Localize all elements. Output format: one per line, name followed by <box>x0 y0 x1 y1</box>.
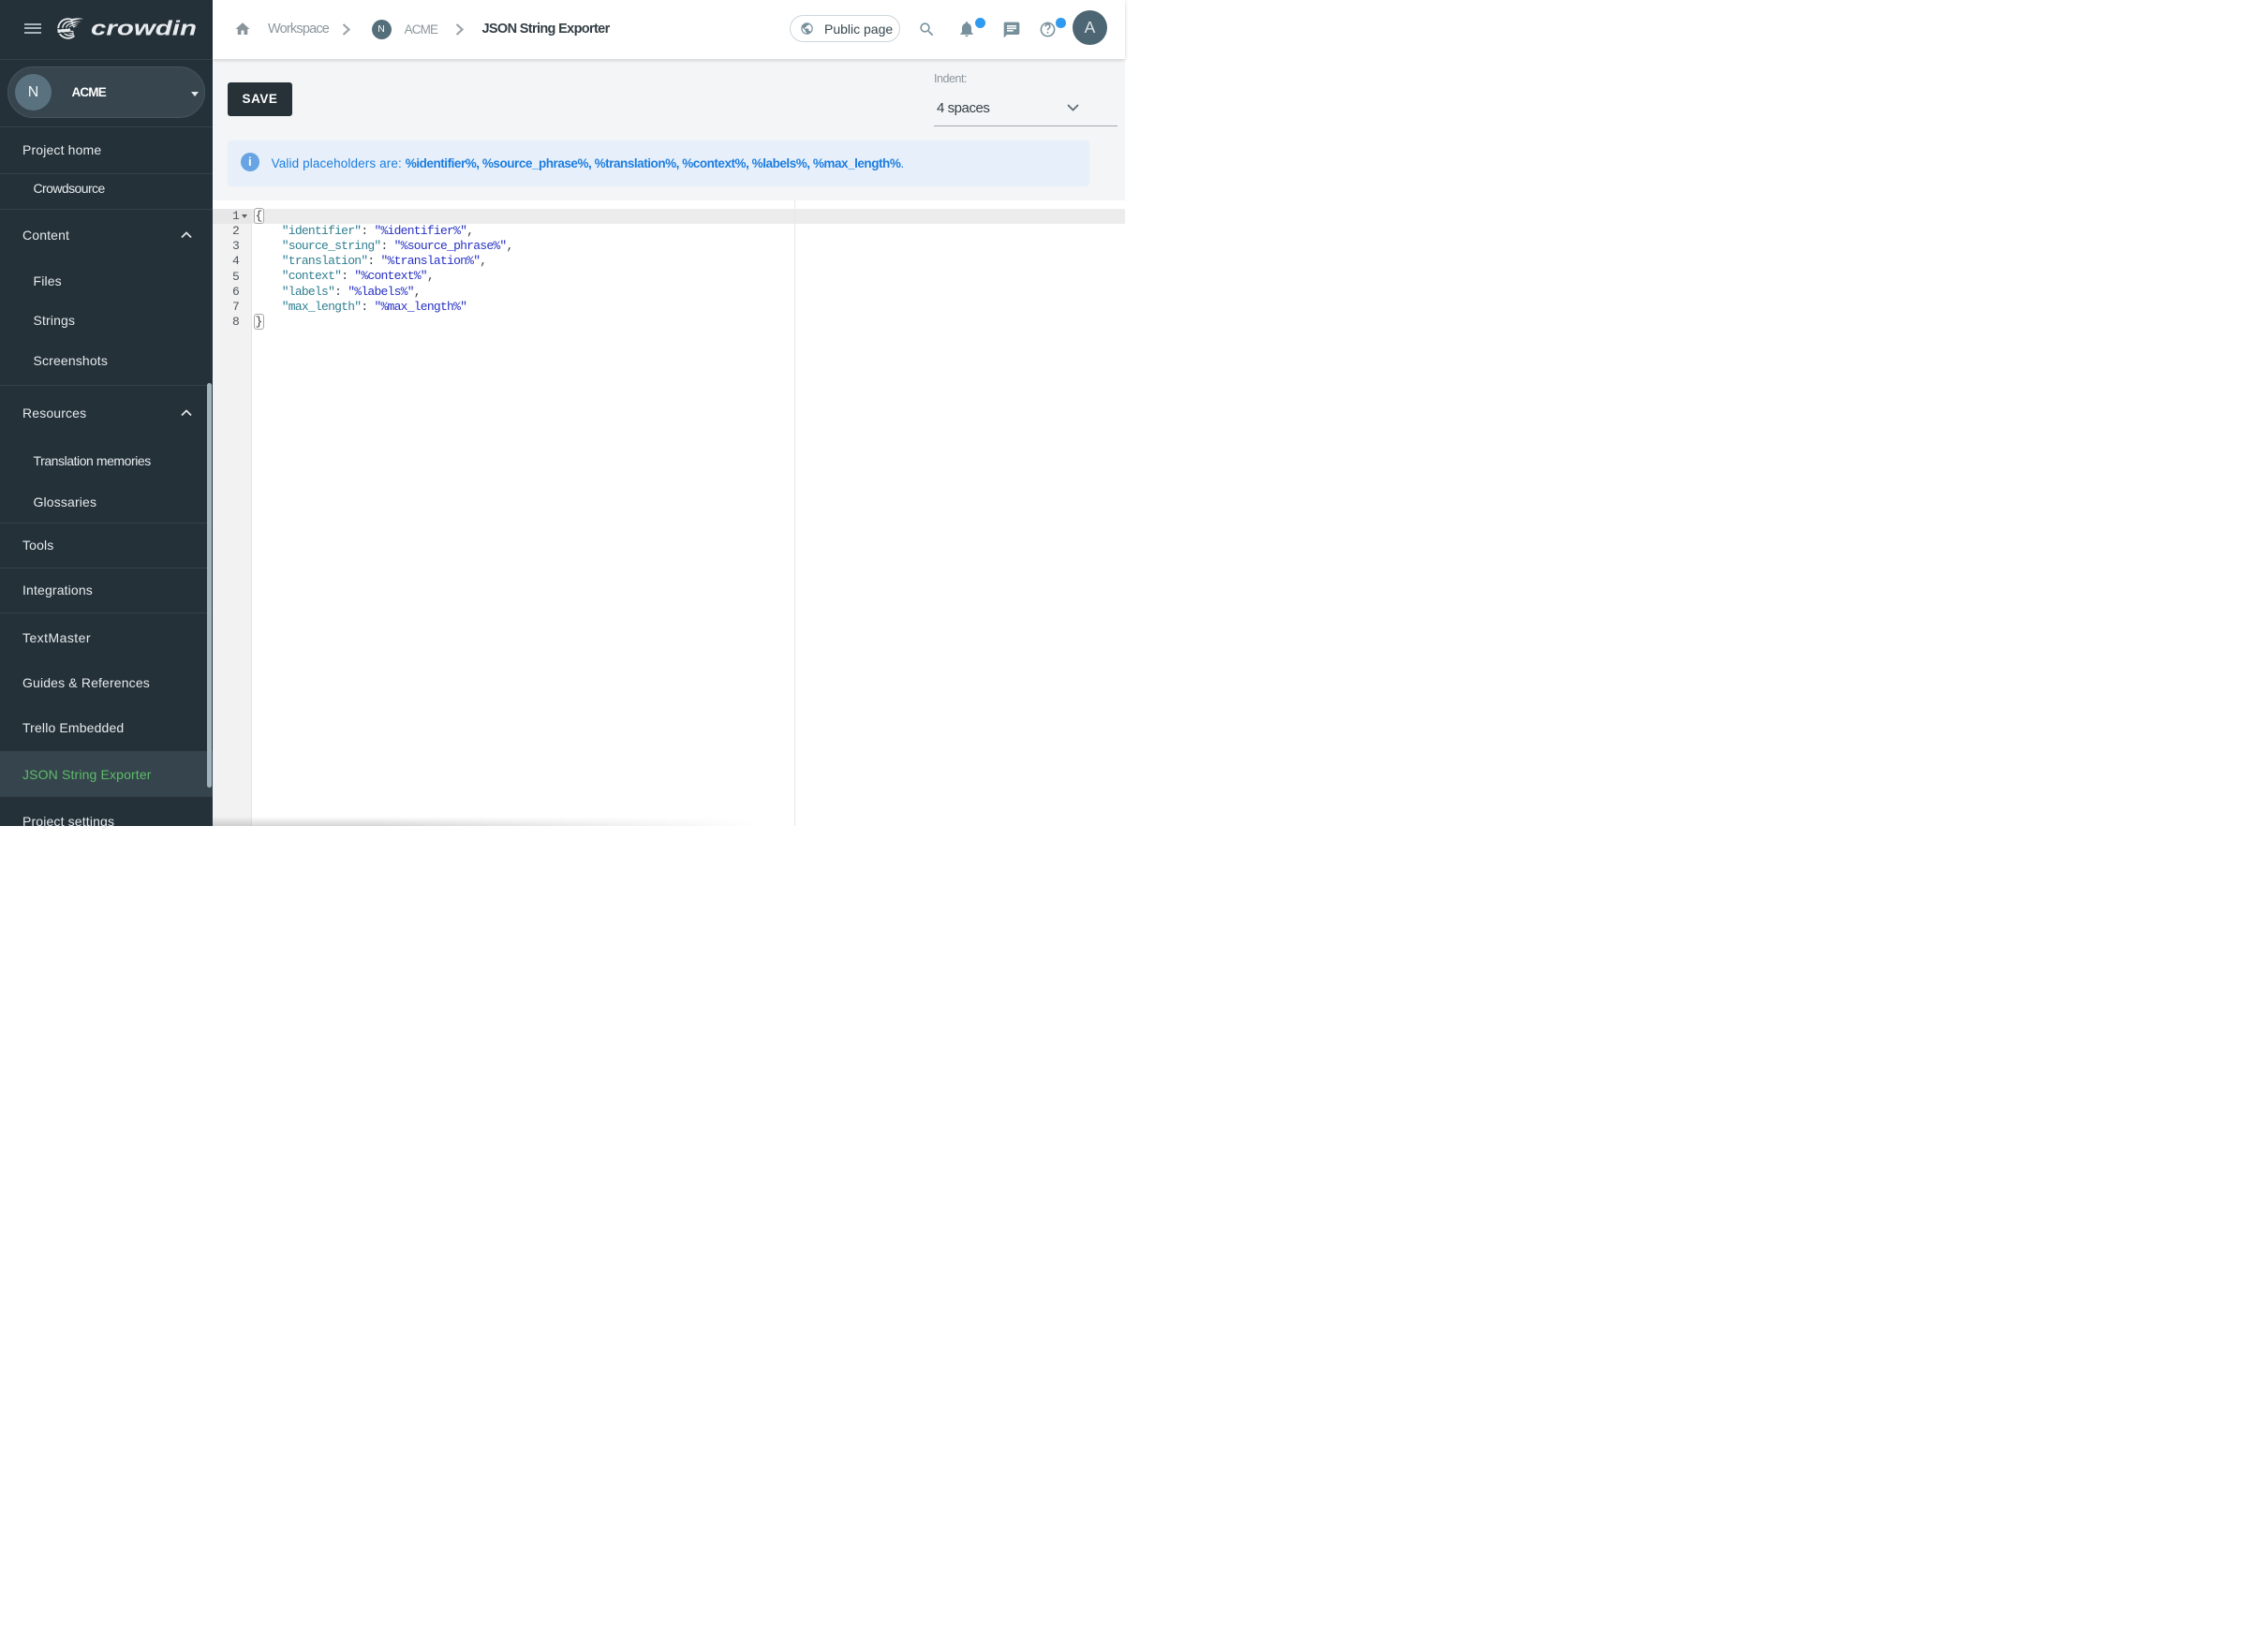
svg-text:crowdin: crowdin <box>91 16 197 39</box>
